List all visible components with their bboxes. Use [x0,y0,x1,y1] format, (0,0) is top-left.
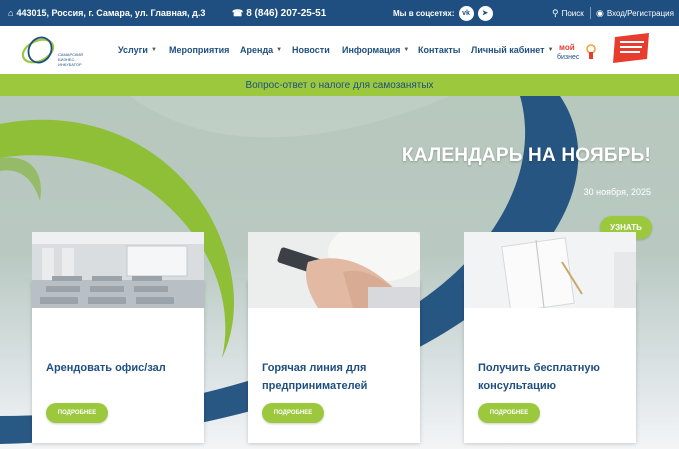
nav-label: Личный кабинет [471,45,545,55]
address-text: 443015, Россия, г. Самара, ул. Главная, … [16,8,206,18]
search-label: Поиск [561,8,584,18]
nav-item-events[interactable]: Мероприятия [169,26,229,74]
topbar-divider [590,7,591,19]
caret-down-icon: ▼ [547,47,554,53]
card-title: Арендовать офис/зал [46,362,166,374]
telegram-icon[interactable]: ➤ [477,5,493,21]
nav-item-rent[interactable]: Аренда ▼ [240,26,282,74]
phone-icon: ☎ [232,7,244,18]
site-logo[interactable]: САМАРСКИЙ БИЗНЕС-ИНКУБАТОР [18,34,83,68]
notebook-photo [464,232,636,308]
user-icon: ◉ [596,7,604,18]
main-navigation: САМАРСКИЙ БИЗНЕС-ИНКУБАТОР Услуги ▼ Мероп… [0,26,679,74]
card-hotline[interactable]: Горячая линия для предпринимателей ПОДРО… [248,232,420,443]
card-more-button[interactable]: ПОДРОБНЕЕ [478,403,540,423]
card-more-button[interactable]: ПОДРОБНЕЕ [46,403,108,423]
phone-in-hands-image [248,232,420,308]
card-title: Получить бесплатную консультацию [478,362,600,392]
nav-label: Контакты [418,45,461,55]
caret-down-icon: ▼ [276,47,283,53]
caret-down-icon: ▼ [150,47,157,53]
nav-item-news[interactable]: Новости [292,26,330,74]
nav-item-account[interactable]: Личный кабинет ▼ [471,26,554,74]
top-info-bar: ⌂ 443015, Россия, г. Самара, ул. Главная… [0,0,679,26]
nav-label: Информация [342,45,401,55]
card-consultation[interactable]: Получить бесплатную консультацию ПОДРОБН… [464,232,636,443]
login-link[interactable]: ◉ Вход/Регистрация [596,0,674,26]
vk-icon[interactable]: vk [458,5,474,21]
card-more-button[interactable]: ПОДРОБНЕЕ [262,403,324,423]
nav-label: Мероприятия [169,45,230,55]
card-title: Горячая линия для предпринимателей [262,362,368,392]
my-business-logo-icon: мой бизнес [557,43,596,61]
social-links: Мы в соцсетях: vk ➤ [393,0,493,26]
login-label: Вход/Регистрация [606,8,674,18]
home-icon: ⌂ [8,8,14,18]
nav-label: Новости [292,45,330,55]
conference-room-photo [32,232,204,308]
notebook-image [464,232,636,308]
announcement-text: Вопрос-ответ о налоге для самозанятых [245,79,434,91]
svg-text:бизнес: бизнес [557,53,580,61]
nav-label: Аренда [240,45,274,55]
nav-item-info[interactable]: Информация ▼ [342,26,409,74]
caret-down-icon: ▼ [403,47,410,53]
svg-text:мой: мой [559,43,575,52]
national-projects-logo-icon [613,33,649,63]
search-link[interactable]: ⚲ Поиск [552,0,584,26]
search-icon: ⚲ [552,7,559,18]
my-business-logo[interactable]: мой бизнес [557,40,597,62]
announcement-bar[interactable]: Вопрос-ответ о налоге для самозанятых [0,74,679,96]
hero-date: 30 ноября, 2025 [583,187,651,197]
social-label: Мы в соцсетях: [393,8,455,18]
nav-label: Услуги [118,45,148,55]
address: ⌂ 443015, Россия, г. Самара, ул. Главная… [8,0,205,26]
nav-item-contacts[interactable]: Контакты [418,26,460,74]
nav-item-services[interactable]: Услуги ▼ [118,26,157,74]
card-rent-office[interactable]: Арендовать офис/зал ПОДРОБНЕЕ [32,232,204,443]
phone-in-hands-photo [248,232,420,308]
conference-room-image [32,232,204,308]
logo-text: САМАРСКИЙ БИЗНЕС-ИНКУБАТОР [58,52,84,67]
hero-title: КАЛЕНДАРЬ НА НОЯБРЬ! [401,145,651,166]
phone-link[interactable]: ☎ 8 (846) 207-25-51 [232,0,326,26]
phone-text: 8 (846) 207-25-51 [246,7,327,19]
national-projects-logo[interactable] [611,33,651,63]
